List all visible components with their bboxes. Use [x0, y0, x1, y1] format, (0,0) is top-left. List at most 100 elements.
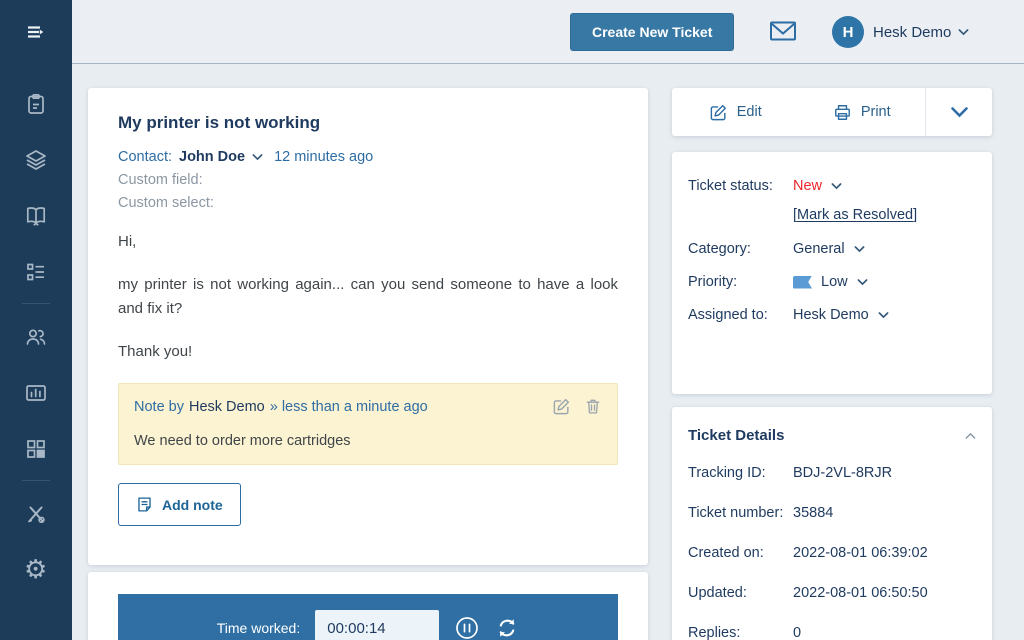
note-time: » less than a minute ago — [269, 398, 428, 415]
print-button[interactable]: Print — [799, 88, 926, 136]
category-value: General — [793, 241, 845, 257]
message-greeting: Hi, — [118, 233, 137, 250]
sidebar-item-settings[interactable]: ⚙ — [24, 556, 48, 582]
chevron-down-icon — [252, 153, 263, 161]
chevron-down-icon — [831, 182, 842, 190]
sidebar-item-tickets[interactable] — [24, 92, 48, 116]
priority-value: Low — [821, 274, 848, 290]
book-icon — [24, 204, 48, 228]
clipboard-icon — [24, 92, 48, 116]
note-add-icon — [136, 496, 153, 513]
ticket-card: My printer is not working Contact: John … — [88, 88, 648, 565]
checklist-icon — [24, 260, 48, 284]
add-note-button[interactable]: Add note — [118, 483, 241, 526]
sidebar-divider — [22, 480, 50, 481]
refresh-icon[interactable] — [495, 616, 519, 640]
time-worked-input[interactable] — [315, 610, 440, 640]
create-new-ticket-button[interactable]: Create New Ticket — [570, 13, 735, 51]
detail-row: Replies: 0 — [688, 622, 976, 640]
detail-value: 0 — [793, 625, 802, 640]
menu-toggle-icon — [24, 20, 48, 44]
edit-note-icon[interactable] — [552, 397, 571, 416]
mark-as-resolved-label: Mark as Resolved — [797, 207, 914, 223]
detail-label: Created on: — [688, 545, 764, 561]
mark-as-resolved-link[interactable]: [Mark as Resolved] — [793, 207, 917, 223]
chevron-down-icon — [854, 245, 865, 253]
assigned-value: Hesk Demo — [793, 307, 869, 323]
detail-label: Replies: — [688, 625, 741, 640]
ticket-title: My printer is not working — [118, 113, 321, 132]
gear-icon: ⚙ — [24, 554, 48, 584]
created-ago: 12 minutes ago — [274, 149, 374, 165]
status-label: Ticket status: — [688, 178, 773, 194]
sidebar-item-tools[interactable] — [24, 502, 48, 526]
contact-label: Contact: — [118, 149, 172, 165]
priority-flag-icon — [793, 275, 812, 289]
assigned-label: Assigned to: — [688, 307, 768, 323]
user-name: Hesk Demo — [873, 23, 952, 41]
contact-name: John Doe — [179, 149, 246, 165]
mail-icon[interactable] — [769, 19, 797, 43]
detail-row: Created on: 2022-08-01 06:39:02 — [688, 542, 976, 564]
print-icon — [833, 103, 852, 122]
detail-value: 2022-08-01 06:39:02 — [793, 545, 928, 561]
status-value: New — [793, 178, 823, 194]
detail-value: 35884 — [793, 505, 834, 521]
chevron-down-icon — [857, 278, 868, 286]
layers-icon — [24, 148, 48, 172]
custom-field-label: Custom field: — [118, 172, 203, 188]
chevron-down-icon — [878, 311, 889, 319]
print-label: Print — [860, 104, 891, 120]
sidebar-item-knowledge-base[interactable] — [24, 204, 48, 228]
message-body: my printer is not working again... can y… — [118, 276, 618, 317]
edit-button[interactable]: Edit — [672, 88, 799, 136]
detail-label: Updated: — [688, 585, 747, 601]
ticket-details-title: Ticket Details — [688, 427, 785, 444]
detail-value: BDJ-2VL-8RJR — [793, 465, 893, 481]
ticket-details-panel: Ticket Details Tracking ID: BDJ-2VL-8RJR… — [672, 407, 992, 640]
detail-row: Tracking ID: BDJ-2VL-8RJR — [688, 462, 976, 484]
tools-pencil-icon — [24, 502, 48, 526]
message-closing: Thank you! — [118, 343, 193, 360]
sidebar-item-canned-responses[interactable] — [24, 260, 48, 284]
sidebar-divider — [22, 303, 50, 304]
contact-dropdown[interactable]: John Doe — [179, 149, 263, 165]
bracket: ] — [913, 207, 918, 223]
chevron-down-icon — [958, 28, 969, 36]
ticket-status-panel: Ticket status: New [Mark as Resolved] Ca… — [672, 152, 992, 394]
sidebar-item-customers[interactable] — [24, 325, 48, 349]
pause-icon[interactable] — [454, 615, 480, 640]
note-text: We need to order more cartridges — [134, 433, 351, 449]
note-by-label: Note by — [134, 398, 184, 415]
detail-row: Updated: 2022-08-01 06:50:50 — [688, 582, 976, 604]
category-dropdown[interactable]: General — [793, 241, 865, 257]
status-dropdown[interactable]: New — [793, 178, 842, 194]
add-note-label: Add note — [162, 496, 223, 513]
assigned-dropdown[interactable]: Hesk Demo — [793, 307, 889, 323]
sidebar: ⚙ — [0, 0, 72, 640]
avatar[interactable]: H — [832, 16, 864, 48]
user-menu[interactable]: Hesk Demo — [873, 0, 969, 64]
bar-chart-icon — [24, 381, 48, 405]
ticket-actions-toolbar: Edit Print — [672, 88, 992, 136]
priority-label: Priority: — [688, 274, 738, 290]
delete-note-icon[interactable] — [584, 397, 602, 416]
grid-icon — [24, 437, 48, 461]
sidebar-item-modules[interactable] — [24, 437, 48, 461]
sidebar-menu-toggle[interactable] — [24, 20, 48, 44]
sidebar-item-reports[interactable] — [24, 381, 48, 405]
collapse-chevron-up-icon[interactable] — [965, 432, 976, 440]
note-author: Hesk Demo — [188, 398, 265, 415]
sidebar-item-stacks[interactable] — [24, 148, 48, 172]
top-header: Create New Ticket H Hesk Demo — [72, 0, 1024, 64]
detail-value: 2022-08-01 06:50:50 — [793, 585, 928, 601]
detail-label: Tracking ID: — [688, 465, 766, 481]
category-label: Category: — [688, 241, 751, 257]
edit-label: Edit — [736, 104, 762, 120]
custom-select-label: Custom select: — [118, 195, 214, 211]
time-worked-label: Time worked: — [216, 620, 301, 636]
time-worked-bar: Time worked: — [118, 594, 618, 640]
priority-dropdown[interactable]: Low — [793, 274, 868, 290]
edit-icon — [709, 103, 728, 122]
more-actions-button[interactable] — [926, 88, 992, 136]
